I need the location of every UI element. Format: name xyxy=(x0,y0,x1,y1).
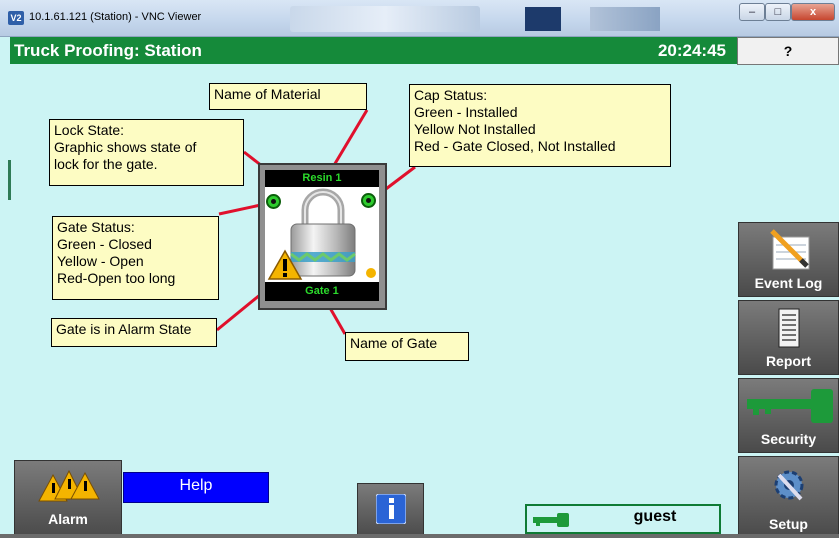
callout-cap-status: Cap Status: Green - Installed Yellow Not… xyxy=(409,84,671,167)
help-bar[interactable]: Help xyxy=(123,472,269,503)
callout-text: Gate is in Alarm State xyxy=(56,321,192,337)
alarm-warning-icon xyxy=(267,249,303,280)
document-icon xyxy=(778,308,800,348)
gate-name-label: Gate 1 xyxy=(265,282,379,301)
callout-alarm-state: Gate is in Alarm State xyxy=(51,318,217,347)
alarm-label: Alarm xyxy=(48,511,88,527)
material-name-label: Resin 1 xyxy=(265,170,379,187)
callout-name-of-gate: Name of Gate xyxy=(345,332,469,361)
report-label: Report xyxy=(765,353,812,369)
callout-name-of-material: Name of Material xyxy=(209,83,367,110)
callout-text: Graphic shows state of xyxy=(54,139,197,155)
callout-gate-status: Gate Status: Green - Closed Yellow - Ope… xyxy=(52,216,219,300)
callout-text: Cap Status: xyxy=(414,87,488,103)
callout-text: Red-Open too long xyxy=(57,270,176,286)
gate-status-indicator xyxy=(266,194,281,209)
setup-label: Setup xyxy=(769,516,808,532)
cap-status-indicator xyxy=(361,193,376,208)
report-button[interactable]: Report xyxy=(738,300,839,375)
notepad-pencil-icon xyxy=(770,229,810,270)
callout-text: lock for the gate. xyxy=(54,156,158,172)
key-icon xyxy=(533,513,569,527)
callout-lock-state: Lock State: Graphic shows state of lock … xyxy=(49,119,244,186)
callout-text: Green - Closed xyxy=(57,236,152,252)
current-user: guest xyxy=(633,508,677,525)
callout-text: Gate Status: xyxy=(57,219,135,235)
alarm-button[interactable]: Alarm xyxy=(14,460,122,538)
callout-text: Red - Gate Closed, Not Installed xyxy=(414,138,616,154)
info-icon xyxy=(376,494,406,524)
callout-text: Yellow - Open xyxy=(57,253,144,269)
alarm-warning-icon xyxy=(38,469,100,502)
setup-button[interactable]: Setup xyxy=(738,456,839,538)
callout-text: Green - Installed xyxy=(414,104,518,120)
event-log-button[interactable]: Event Log xyxy=(738,222,839,297)
key-icon xyxy=(747,389,833,423)
callout-text: Lock State: xyxy=(54,122,125,138)
security-label: Security xyxy=(760,431,817,447)
info-button[interactable] xyxy=(357,483,424,538)
callout-text: Name of Gate xyxy=(350,335,438,351)
gear-wrench-icon xyxy=(774,470,804,501)
bottom-border xyxy=(0,534,839,538)
event-log-label: Event Log xyxy=(754,275,823,291)
callout-text: Yellow Not Installed xyxy=(414,121,536,137)
security-button[interactable]: Security xyxy=(738,378,839,453)
callout-text: Name of Material xyxy=(214,86,321,102)
status-dot-yellow xyxy=(366,268,376,278)
